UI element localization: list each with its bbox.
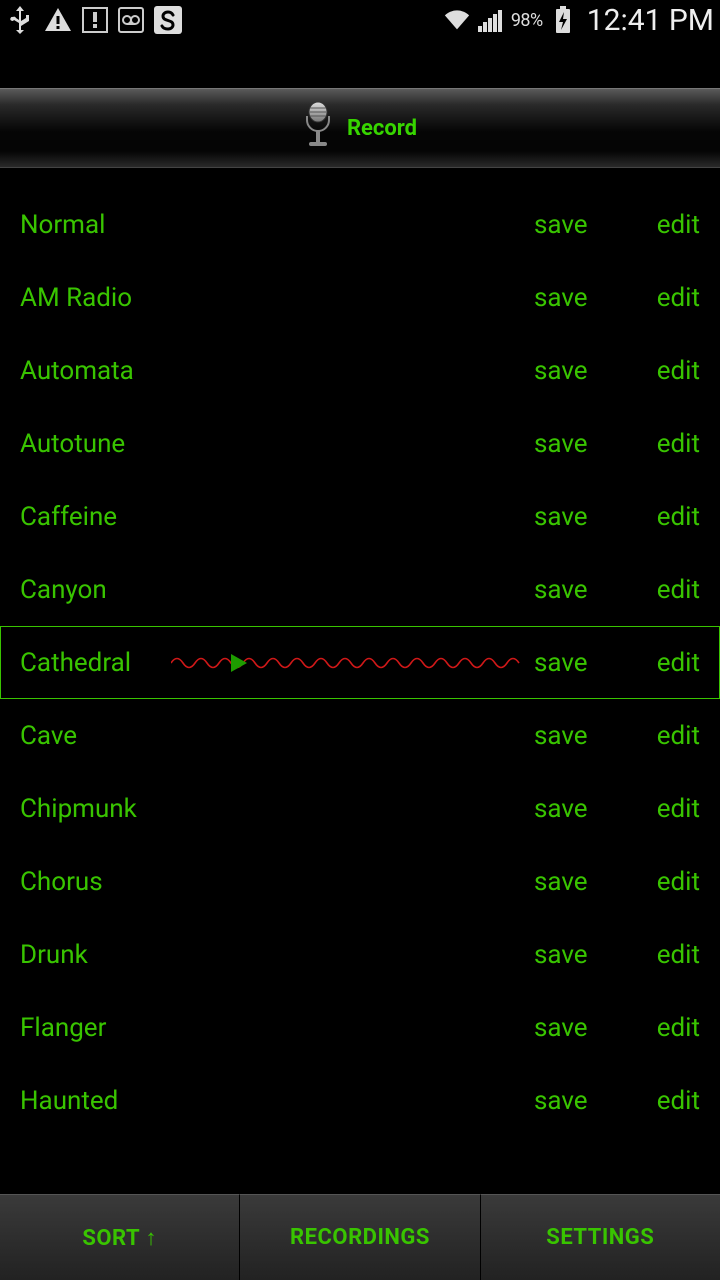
cell-signal-icon bbox=[477, 6, 505, 34]
save-button[interactable]: save bbox=[534, 940, 624, 970]
app-s-icon bbox=[154, 6, 182, 34]
edit-button[interactable]: edit bbox=[640, 648, 700, 678]
record-button[interactable]: Record bbox=[0, 88, 720, 168]
effect-name: Normal bbox=[20, 210, 105, 240]
edit-button[interactable]: edit bbox=[640, 940, 700, 970]
bottom-nav: SORT ↑ RECORDINGS SETTINGS bbox=[0, 1194, 720, 1280]
voicemail-icon bbox=[118, 7, 144, 33]
save-button[interactable]: save bbox=[534, 356, 624, 386]
effect-name: Flanger bbox=[20, 1013, 106, 1043]
sort-button[interactable]: SORT ↑ bbox=[0, 1194, 239, 1280]
effect-row[interactable]: Canyon save edit bbox=[0, 553, 720, 626]
recordings-button[interactable]: RECORDINGS bbox=[239, 1194, 479, 1280]
effect-name: AM Radio bbox=[20, 283, 132, 313]
save-button[interactable]: save bbox=[534, 575, 624, 605]
effect-name: Drunk bbox=[20, 940, 88, 970]
save-button[interactable]: save bbox=[534, 794, 624, 824]
wifi-icon bbox=[443, 6, 471, 34]
effect-row[interactable]: Cathedral save edit bbox=[0, 626, 720, 699]
microphone-icon bbox=[303, 102, 333, 154]
effect-row[interactable]: Chipmunk save edit bbox=[0, 772, 720, 845]
waveform-icon bbox=[171, 648, 521, 678]
effect-name: Haunted bbox=[20, 1086, 118, 1116]
effect-name: Cathedral bbox=[20, 648, 131, 678]
effect-row[interactable]: Automata save edit bbox=[0, 334, 720, 407]
spacer bbox=[0, 40, 720, 88]
effect-row[interactable]: AM Radio save edit bbox=[0, 261, 720, 334]
effect-row[interactable]: Caffeine save edit bbox=[0, 480, 720, 553]
save-button[interactable]: save bbox=[534, 283, 624, 313]
android-status-bar: 98% 12:41 PM bbox=[0, 0, 720, 40]
save-button[interactable]: save bbox=[534, 502, 624, 532]
edit-button[interactable]: edit bbox=[640, 794, 700, 824]
warning-icon bbox=[44, 6, 72, 34]
edit-button[interactable]: edit bbox=[640, 210, 700, 240]
record-label: Record bbox=[347, 116, 417, 141]
waveform-area bbox=[131, 648, 534, 678]
effect-row[interactable]: Drunk save edit bbox=[0, 918, 720, 991]
edit-button[interactable]: edit bbox=[640, 283, 700, 313]
effect-name: Cave bbox=[20, 721, 77, 751]
save-button[interactable]: save bbox=[534, 1013, 624, 1043]
alert-box-icon bbox=[82, 7, 108, 33]
edit-button[interactable]: edit bbox=[640, 502, 700, 532]
effect-row[interactable]: Flanger save edit bbox=[0, 991, 720, 1064]
save-button[interactable]: save bbox=[534, 721, 624, 751]
effect-row[interactable]: Haunted save edit bbox=[0, 1064, 720, 1137]
edit-button[interactable]: edit bbox=[640, 356, 700, 386]
effect-row[interactable]: Cave save edit bbox=[0, 699, 720, 772]
edit-button[interactable]: edit bbox=[640, 1086, 700, 1116]
effect-name: Chipmunk bbox=[20, 794, 137, 824]
save-button[interactable]: save bbox=[534, 429, 624, 459]
edit-button[interactable]: edit bbox=[640, 1013, 700, 1043]
save-button[interactable]: save bbox=[534, 210, 624, 240]
effect-name: Canyon bbox=[20, 575, 107, 605]
edit-button[interactable]: edit bbox=[640, 721, 700, 751]
save-button[interactable]: save bbox=[534, 648, 624, 678]
effect-row[interactable]: Normal save edit bbox=[0, 188, 720, 261]
effect-row[interactable]: Chorus save edit bbox=[0, 845, 720, 918]
effect-name: Chorus bbox=[20, 867, 103, 897]
edit-button[interactable]: edit bbox=[640, 429, 700, 459]
effect-name: Automata bbox=[20, 356, 134, 386]
battery-charging-icon bbox=[549, 6, 577, 34]
usb-icon bbox=[6, 6, 34, 34]
edit-button[interactable]: edit bbox=[640, 867, 700, 897]
play-icon bbox=[231, 654, 247, 672]
battery-percent: 98% bbox=[511, 10, 543, 31]
effect-name: Autotune bbox=[20, 429, 125, 459]
save-button[interactable]: save bbox=[534, 867, 624, 897]
effect-row[interactable]: Autotune save edit bbox=[0, 407, 720, 480]
effect-name: Caffeine bbox=[20, 502, 117, 532]
edit-button[interactable]: edit bbox=[640, 575, 700, 605]
save-button[interactable]: save bbox=[534, 1086, 624, 1116]
settings-button[interactable]: SETTINGS bbox=[480, 1194, 720, 1280]
effects-list: Normal save edit AM Radio save edit Automata sa… bbox=[0, 168, 720, 1137]
status-clock: 12:41 PM bbox=[587, 3, 714, 38]
